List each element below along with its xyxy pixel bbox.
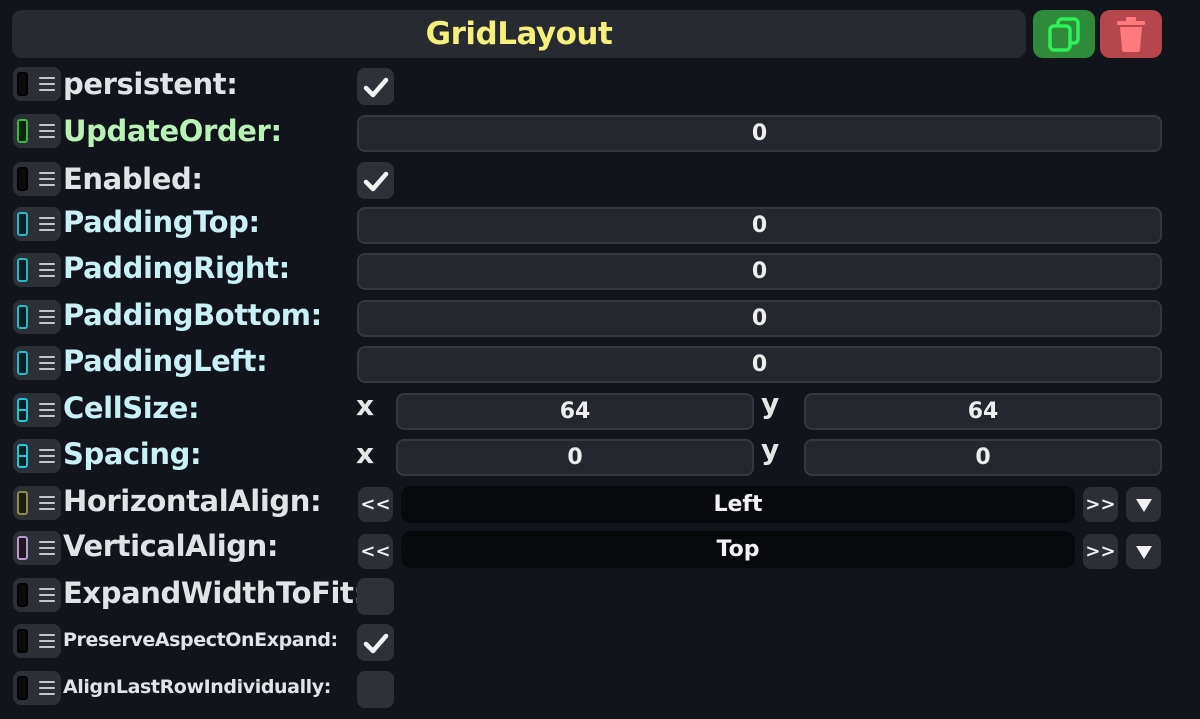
- type-swatch-icon: [17, 583, 28, 607]
- padding-right-input[interactable]: 0: [357, 253, 1162, 290]
- drag-handle[interactable]: [13, 578, 61, 612]
- type-swatch-icon: [17, 119, 28, 143]
- type-swatch-icon: [17, 167, 28, 191]
- type-swatch-icon: [17, 305, 28, 329]
- cell-size-y-input[interactable]: 64: [804, 393, 1162, 430]
- type-swatch-icon: [17, 72, 28, 96]
- triangle-down-icon: [1135, 498, 1152, 512]
- hamburger-icon: [39, 217, 55, 231]
- hamburger-icon: [39, 541, 55, 555]
- type-swatch-icon: [17, 212, 28, 236]
- field-label: HorizontalAlign:: [63, 484, 322, 518]
- field-label: PaddingRight:: [63, 251, 290, 285]
- previous-option-button[interactable]: <<: [358, 534, 393, 569]
- drag-handle[interactable]: [13, 624, 61, 658]
- hamburger-icon: [39, 403, 55, 417]
- component-title: GridLayout: [425, 16, 613, 52]
- field-label: PaddingTop:: [63, 205, 260, 239]
- enabled-checkbox[interactable]: [357, 162, 394, 199]
- padding-bottom-input[interactable]: 0: [357, 300, 1162, 337]
- hamburger-icon: [39, 588, 55, 602]
- drag-handle[interactable]: [13, 439, 61, 473]
- field-label: UpdateOrder:: [63, 114, 282, 148]
- drag-handle[interactable]: [13, 671, 61, 705]
- y-axis-label: y: [761, 387, 780, 420]
- preserve-aspect-on-expand-checkbox[interactable]: [357, 624, 394, 661]
- type-swatch-icon: [17, 398, 28, 422]
- hamburger-icon: [39, 263, 55, 277]
- field-label: PaddingLeft:: [63, 344, 268, 378]
- field-label: PreserveAspectOnExpand:: [63, 629, 338, 651]
- field-label: VerticalAlign:: [63, 529, 279, 563]
- padding-top-input[interactable]: 0: [357, 207, 1162, 244]
- checkmark-icon: [363, 633, 388, 653]
- drag-handle[interactable]: [13, 486, 61, 520]
- hamburger-icon: [39, 496, 55, 510]
- drag-handle[interactable]: [13, 67, 61, 101]
- field-label: Enabled:: [63, 162, 203, 196]
- field-label: Spacing:: [63, 437, 202, 471]
- field-label: persistent:: [63, 67, 238, 101]
- x-axis-label: x: [356, 389, 375, 422]
- drag-handle[interactable]: [13, 346, 61, 380]
- previous-option-button[interactable]: <<: [358, 487, 393, 522]
- hamburger-icon: [39, 634, 55, 648]
- vertical-align-value: Top: [401, 531, 1075, 568]
- dropdown-button[interactable]: [1126, 534, 1161, 569]
- next-option-button[interactable]: >>: [1083, 534, 1118, 569]
- drag-handle[interactable]: [13, 207, 61, 241]
- spacing-x-input[interactable]: 0: [396, 439, 754, 476]
- expand-width-to-fit-checkbox[interactable]: [357, 578, 394, 615]
- type-swatch-icon: [17, 536, 28, 560]
- checkmark-icon: [363, 77, 388, 97]
- field-label: ExpandWidthToFit:: [63, 576, 365, 610]
- padding-left-input[interactable]: 0: [357, 346, 1162, 383]
- duplicate-button[interactable]: [1033, 10, 1095, 58]
- hamburger-icon: [39, 356, 55, 370]
- drag-handle[interactable]: [13, 253, 61, 287]
- hamburger-icon: [39, 77, 55, 91]
- type-swatch-icon: [17, 258, 28, 282]
- drag-handle[interactable]: [13, 114, 61, 148]
- cell-size-x-input[interactable]: 64: [396, 393, 754, 430]
- field-label: CellSize:: [63, 391, 200, 425]
- field-label: AlignLastRowIndividually:: [63, 676, 331, 698]
- type-swatch-icon: [17, 629, 28, 653]
- x-axis-label: x: [356, 437, 375, 470]
- type-swatch-icon: [17, 351, 28, 375]
- spacing-y-input[interactable]: 0: [804, 439, 1162, 476]
- checkmark-icon: [363, 171, 388, 191]
- hamburger-icon: [39, 449, 55, 463]
- drag-handle[interactable]: [13, 531, 61, 565]
- type-swatch-icon: [17, 444, 28, 468]
- update-order-input[interactable]: 0: [357, 115, 1162, 152]
- align-last-row-individually-checkbox[interactable]: [357, 671, 394, 708]
- persistent-checkbox[interactable]: [357, 68, 394, 105]
- drag-handle[interactable]: [13, 300, 61, 334]
- hamburger-icon: [39, 310, 55, 324]
- triangle-down-icon: [1135, 545, 1152, 559]
- drag-handle[interactable]: [13, 162, 61, 196]
- hamburger-icon: [39, 172, 55, 186]
- hamburger-icon: [39, 124, 55, 138]
- delete-button[interactable]: [1100, 10, 1162, 58]
- hamburger-icon: [39, 681, 55, 695]
- field-label: PaddingBottom:: [63, 298, 322, 332]
- y-axis-label: y: [761, 433, 780, 466]
- component-header: GridLayout: [12, 10, 1026, 58]
- trash-icon: [1117, 17, 1145, 52]
- type-swatch-icon: [17, 491, 28, 515]
- dropdown-button[interactable]: [1126, 487, 1161, 522]
- horizontal-align-value: Left: [401, 486, 1075, 523]
- next-option-button[interactable]: >>: [1083, 487, 1118, 522]
- type-swatch-icon: [17, 676, 28, 700]
- drag-handle[interactable]: [13, 393, 61, 427]
- copy-icon: [1048, 17, 1080, 52]
